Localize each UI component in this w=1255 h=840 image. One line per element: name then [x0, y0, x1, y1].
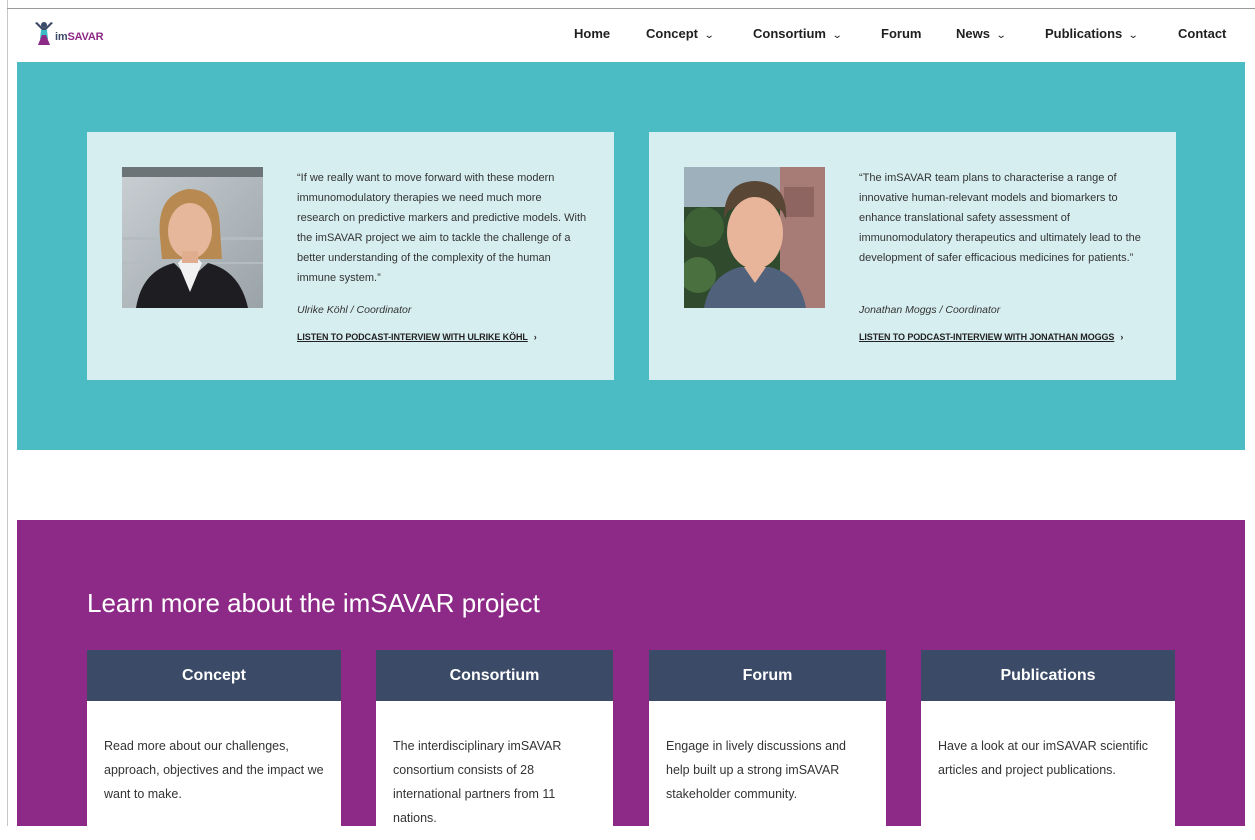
nav-home-label: Home: [574, 26, 611, 41]
podcast-link-label: LISTEN TO PODCAST-INTERVIEW WITH ULRIKE …: [297, 332, 528, 342]
nav-publications-label: Publications: [1045, 26, 1123, 41]
nav-concept-label: Concept: [646, 26, 698, 41]
testimonial-quote: “The imSAVAR team plans to characterise …: [859, 172, 1141, 264]
nav-contact-label: Contact: [1178, 26, 1227, 41]
podcast-link[interactable]: LISTEN TO PODCAST-INTERVIEW WITH ULRIKE …: [297, 332, 537, 342]
feature-box-title[interactable]: Consortium: [376, 650, 613, 701]
chevron-down-icon: ⌄: [995, 30, 1007, 41]
nav-consortium-label: Consortium: [753, 26, 826, 41]
nav-news[interactable]: News ⌄: [956, 26, 1007, 41]
chevron-right-icon: ›: [1120, 332, 1124, 342]
nav-home[interactable]: Home: [574, 26, 610, 41]
nav-contact[interactable]: Contact: [1178, 26, 1226, 41]
testimonials-section: “If we really want to move forward with …: [17, 62, 1245, 450]
feature-box-forum: Forum Engage in lively discussions and h…: [649, 650, 886, 840]
main-navigation: Home Concept ⌄ Consortium ⌄ Forum News ⌄ Pu…: [8, 9, 1255, 58]
feature-box-text: Engage in lively discussions and help bu…: [666, 739, 846, 801]
feature-box-publications: Publications Have a look at our imSAVAR …: [921, 650, 1175, 840]
podcast-link[interactable]: LISTEN TO PODCAST-INTERVIEW WITH JONATHA…: [859, 332, 1123, 342]
coordinator-photo: [122, 167, 263, 308]
feature-box-text: Read more about our challenges, approach…: [104, 739, 324, 801]
testimonial-card: “The imSAVAR team plans to characterise …: [649, 132, 1176, 380]
chevron-down-icon: ⌄: [831, 30, 843, 41]
chevron-down-icon: ⌄: [703, 30, 715, 41]
coordinator-photo: [684, 167, 825, 308]
nav-forum[interactable]: Forum: [881, 26, 921, 41]
window-border-left: [7, 0, 8, 826]
feature-box-title[interactable]: Publications: [921, 650, 1175, 701]
podcast-link-label: LISTEN TO PODCAST-INTERVIEW WITH JONATHA…: [859, 332, 1115, 342]
learn-more-section: Learn more about the imSAVAR project Con…: [17, 520, 1245, 840]
chevron-right-icon: ›: [533, 332, 537, 342]
testimonial-quote: “If we really want to move forward with …: [297, 172, 587, 284]
feature-box-title[interactable]: Forum: [649, 650, 886, 701]
nav-concept[interactable]: Concept ⌄: [646, 26, 715, 41]
site-header: imSAVAR Home Concept ⌄ Consortium ⌄ Forum …: [8, 9, 1255, 58]
nav-publications[interactable]: Publications ⌄: [1045, 26, 1139, 41]
testimonial-card: “If we really want to move forward with …: [87, 132, 614, 380]
feature-box-concept: Concept Read more about our challenges, …: [87, 650, 341, 840]
feature-box-title[interactable]: Concept: [87, 650, 341, 701]
feature-box-consortium: Consortium The interdisciplinary imSAVAR…: [376, 650, 613, 840]
testimonial-author: Ulrike Köhl / Coordinator: [297, 304, 412, 316]
nav-news-label: News: [956, 26, 990, 41]
feature-box-text: Have a look at our imSAVAR scientific ar…: [938, 739, 1149, 777]
section-title: Learn more about the imSAVAR project: [87, 588, 540, 618]
chevron-down-icon: ⌄: [1128, 30, 1139, 41]
nav-consortium[interactable]: Consortium ⌄: [753, 26, 843, 41]
feature-box-text: The interdisciplinary imSAVAR consortium…: [393, 739, 562, 825]
nav-forum-label: Forum: [881, 26, 922, 41]
testimonial-author: Jonathan Moggs / Coordinator: [859, 304, 1001, 316]
